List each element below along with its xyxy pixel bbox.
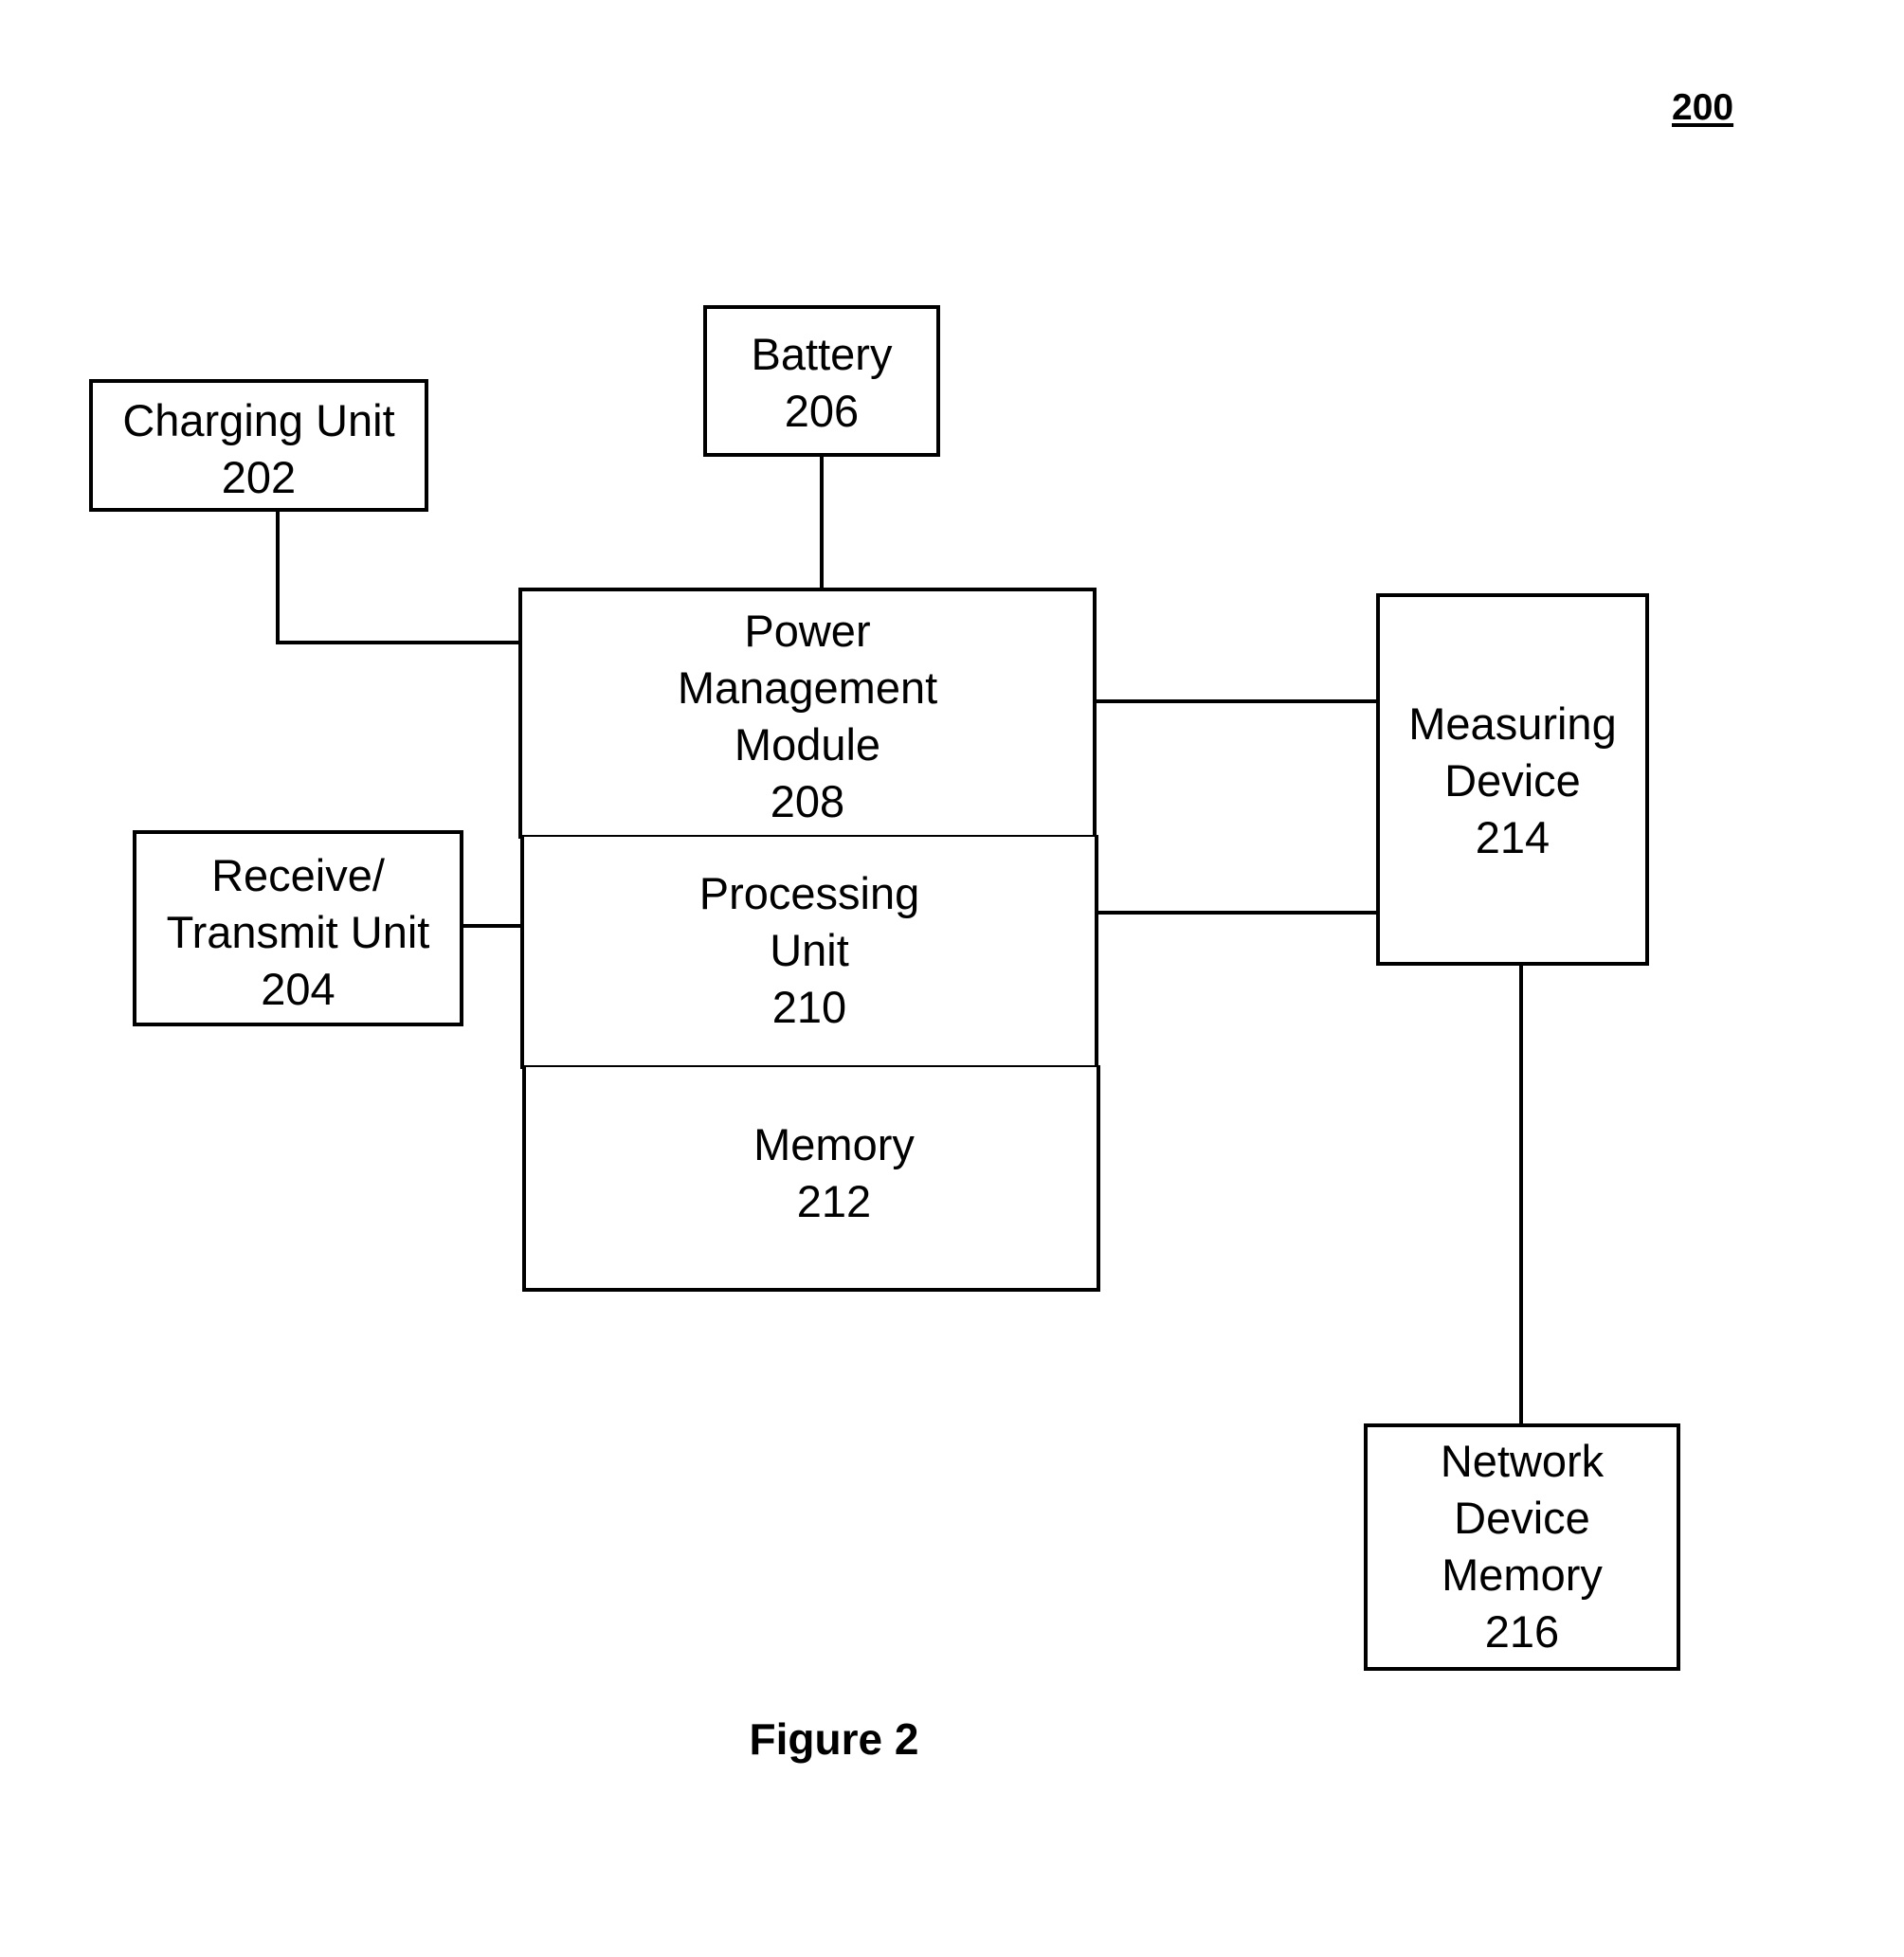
- processing-unit-name-line1: Processing: [698, 868, 920, 918]
- measuring-device-name-line1: Measuring: [1408, 698, 1617, 749]
- network-device-memory-name-line2: Device: [1454, 1493, 1590, 1543]
- connector-processing-to-measuring: [1094, 911, 1378, 915]
- battery-block: Battery 206: [703, 305, 940, 457]
- receive-transmit-name-line1: Receive/: [211, 850, 385, 900]
- connector-power-to-measuring: [1092, 699, 1378, 703]
- receive-transmit-unit-block: Receive/ Transmit Unit 204: [133, 830, 463, 1026]
- connector-battery-to-power: [820, 454, 824, 590]
- network-device-memory-name-line1: Network: [1440, 1436, 1605, 1486]
- network-device-memory-block: Network Device Memory 216: [1364, 1423, 1680, 1671]
- memory-name: Memory: [753, 1119, 915, 1169]
- power-management-module-block: Power Management Module 208: [518, 588, 1097, 839]
- charging-unit-ref: 202: [221, 452, 297, 502]
- figure-reference-number: 200: [1672, 87, 1734, 128]
- processing-unit-ref: 210: [771, 982, 847, 1032]
- charging-unit-block: Charging Unit 202: [89, 379, 428, 512]
- network-device-memory-name-line3: Memory: [1442, 1549, 1603, 1600]
- charging-unit-name: Charging Unit: [122, 395, 395, 445]
- receive-transmit-ref: 204: [261, 964, 335, 1014]
- connector-transmit-to-processing: [462, 924, 520, 928]
- block-diagram: 200 Charging Unit 202 Battery 206 Power …: [0, 0, 1904, 1957]
- receive-transmit-name-line2: Transmit Unit: [166, 907, 430, 957]
- connector-measuring-to-network-memory: [1519, 964, 1523, 1425]
- processing-unit-name-line2: Unit: [770, 925, 849, 975]
- connector-charging-to-power: [276, 510, 280, 644]
- measuring-device-name-line2: Device: [1444, 755, 1581, 806]
- battery-ref: 206: [784, 386, 860, 436]
- power-management-name-line1: Power: [744, 606, 871, 656]
- network-device-memory-ref: 216: [1484, 1606, 1560, 1657]
- measuring-device-ref: 214: [1475, 812, 1550, 862]
- battery-name: Battery: [751, 329, 893, 379]
- power-management-name-line3: Module: [734, 719, 881, 770]
- power-management-name-line2: Management: [677, 662, 938, 713]
- processing-unit-block: Processing Unit 210: [520, 835, 1098, 1069]
- connector-charging-to-power-horizontal: [276, 641, 520, 644]
- measuring-device-block: Measuring Device 214: [1376, 593, 1649, 966]
- memory-block: Memory 212: [522, 1065, 1100, 1292]
- power-management-ref: 208: [770, 776, 845, 826]
- memory-ref: 212: [796, 1176, 872, 1226]
- figure-caption: Figure 2: [749, 1714, 919, 1764]
